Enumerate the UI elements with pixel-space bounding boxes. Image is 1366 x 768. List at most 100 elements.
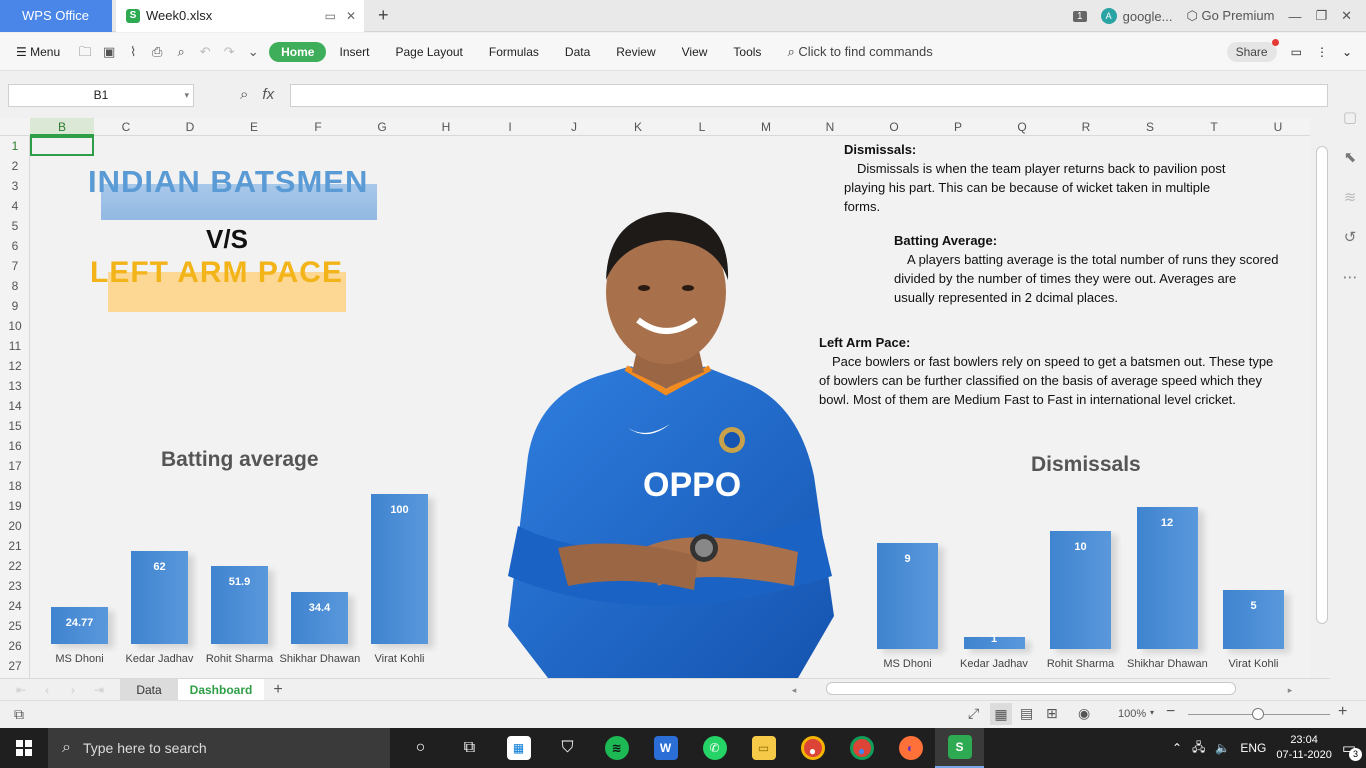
tab-view[interactable]: View <box>669 45 721 59</box>
close-tab-icon[interactable]: ✕ <box>346 0 356 32</box>
row-header[interactable]: 21 <box>0 536 30 556</box>
new-tab-button[interactable]: + <box>378 5 389 26</box>
window-count-badge[interactable]: 1 <box>1073 10 1087 22</box>
zoom-slider-handle[interactable] <box>1252 708 1264 720</box>
tab-home[interactable]: Home <box>269 41 327 62</box>
normal-view-icon[interactable]: ▦ <box>990 703 1012 725</box>
row-header[interactable]: 10 <box>0 316 30 336</box>
column-header[interactable]: M <box>734 118 798 136</box>
notification-center-icon[interactable]: ▭ 3 <box>1342 739 1362 761</box>
go-premium-button[interactable]: ⬡ Go Premium <box>1186 8 1274 24</box>
column-header[interactable]: O <box>862 118 926 136</box>
scroll-left-icon[interactable]: ◂ <box>788 679 800 701</box>
zoom-in-icon[interactable]: + <box>1338 703 1347 721</box>
taskbar-search[interactable]: ⌕ Type here to search <box>48 728 390 768</box>
row-header[interactable]: 13 <box>0 376 30 396</box>
column-header[interactable]: N <box>798 118 862 136</box>
cortana-icon[interactable]: ○ <box>396 728 445 768</box>
properties-icon[interactable]: ≋ <box>1344 188 1357 206</box>
column-header[interactable]: D <box>158 118 222 136</box>
column-header[interactable]: E <box>222 118 286 136</box>
macro-icon[interactable]: ⧉ <box>14 706 24 723</box>
row-header[interactable]: 4 <box>0 196 30 216</box>
tab-review[interactable]: Review <box>603 45 668 59</box>
row-header[interactable]: 7 <box>0 256 30 276</box>
first-sheet-icon[interactable]: ⇤ <box>14 679 28 701</box>
share-button[interactable]: Share <box>1226 38 1279 62</box>
row-header[interactable]: 12 <box>0 356 30 376</box>
row-header[interactable]: 11 <box>0 336 30 356</box>
restore-icon[interactable]: ❐ <box>1315 8 1327 24</box>
zoom-level[interactable]: 100% <box>1118 708 1146 720</box>
column-header[interactable]: J <box>542 118 606 136</box>
chrome-icon[interactable]: ● <box>837 728 886 768</box>
column-header[interactable]: P <box>926 118 990 136</box>
row-header[interactable]: 19 <box>0 496 30 516</box>
column-header[interactable]: H <box>414 118 478 136</box>
chart-bar[interactable] <box>291 592 348 644</box>
row-header[interactable]: 6 <box>0 236 30 256</box>
tab-formulas[interactable]: Formulas <box>476 45 552 59</box>
file-tab[interactable]: S Week0.xlsx ▭ ✕ <box>116 0 364 32</box>
column-header[interactable]: Q <box>990 118 1054 136</box>
column-header[interactable]: F <box>286 118 350 136</box>
row-header[interactable]: 17 <box>0 456 30 476</box>
row-header[interactable]: 20 <box>0 516 30 536</box>
row-header[interactable]: 27 <box>0 656 30 676</box>
close-window-icon[interactable]: ✕ <box>1341 8 1352 24</box>
row-header[interactable]: 1 <box>0 136 30 156</box>
column-header[interactable]: T <box>1182 118 1246 136</box>
task-view-icon[interactable]: ⧉ <box>445 728 494 768</box>
account-button[interactable]: A google... <box>1100 8 1172 24</box>
wps-office-tab[interactable]: WPS Office <box>0 0 112 32</box>
batting-average-chart[interactable]: Batting average 24.77 MS Dhoni 62 Kedar Jad… <box>40 436 450 678</box>
add-sheet-button[interactable]: + <box>268 679 288 701</box>
formula-input[interactable] <box>290 84 1328 107</box>
wps-writer-icon[interactable]: W <box>641 728 690 768</box>
row-header[interactable]: 5 <box>0 216 30 236</box>
main-menu-button[interactable]: ☰ Menu <box>0 45 73 59</box>
name-box[interactable]: B1 ▾ <box>8 84 194 107</box>
whatsapp-icon[interactable]: ✆ <box>690 728 739 768</box>
layout-view-icon[interactable]: ⊞ <box>1046 705 1058 722</box>
row-header[interactable]: 8 <box>0 276 30 296</box>
row-header[interactable]: 3 <box>0 176 30 196</box>
tab-data[interactable]: Data <box>552 45 603 59</box>
select-cursor-icon[interactable]: ⬉ <box>1344 148 1357 166</box>
row-header[interactable]: 18 <box>0 476 30 496</box>
more-tools-icon[interactable]: ⋯ <box>1343 268 1358 286</box>
next-sheet-icon[interactable]: › <box>66 679 80 701</box>
network-icon[interactable]: 🖧 <box>1192 738 1205 759</box>
fullscreen-icon[interactable]: ⤢ <box>968 705 979 722</box>
volume-icon[interactable]: 🔈 <box>1215 741 1230 755</box>
tab-tools[interactable]: Tools <box>720 45 774 59</box>
column-header[interactable]: R <box>1054 118 1118 136</box>
column-header[interactable]: L <box>670 118 734 136</box>
more-icon[interactable]: ⋮ <box>1316 45 1328 59</box>
minimize-icon[interactable]: — <box>1288 9 1301 24</box>
sheet-tab-data[interactable]: Data <box>120 679 178 701</box>
column-header[interactable]: I <box>478 118 542 136</box>
column-header[interactable]: K <box>606 118 670 136</box>
windows-start-button[interactable] <box>0 728 48 768</box>
security-icon[interactable]: ⛉ <box>543 728 592 768</box>
worksheet[interactable]: INDIAN BATSMEN V/S LEFT ARM PACE OPPO Di… <box>30 136 1310 678</box>
store-icon[interactable]: ▦ <box>494 728 543 768</box>
float-window-icon[interactable]: ▭ <box>325 0 336 32</box>
page-break-view-icon[interactable]: ▤ <box>1020 705 1033 722</box>
column-header[interactable]: G <box>350 118 414 136</box>
taskbar-clock[interactable]: 23:04 07-11-2020 <box>1276 733 1331 763</box>
column-header[interactable]: S <box>1118 118 1182 136</box>
row-header[interactable]: 22 <box>0 556 30 576</box>
insert-function-icon[interactable]: fx <box>262 86 274 103</box>
zoom-out-icon[interactable]: − <box>1166 703 1175 721</box>
row-header[interactable]: 25 <box>0 616 30 636</box>
chart-bar[interactable] <box>371 494 428 644</box>
redo-icon[interactable]: ↷ <box>221 44 237 59</box>
row-header[interactable]: 26 <box>0 636 30 656</box>
pane-icon[interactable]: ▢ <box>1343 108 1357 126</box>
format-painter-icon[interactable]: ⌇ <box>125 44 141 59</box>
print-preview-icon[interactable]: ⌕ <box>173 44 189 59</box>
vertical-scroll-thumb[interactable] <box>1316 146 1328 624</box>
chrome-profile-icon[interactable]: ● <box>788 728 837 768</box>
